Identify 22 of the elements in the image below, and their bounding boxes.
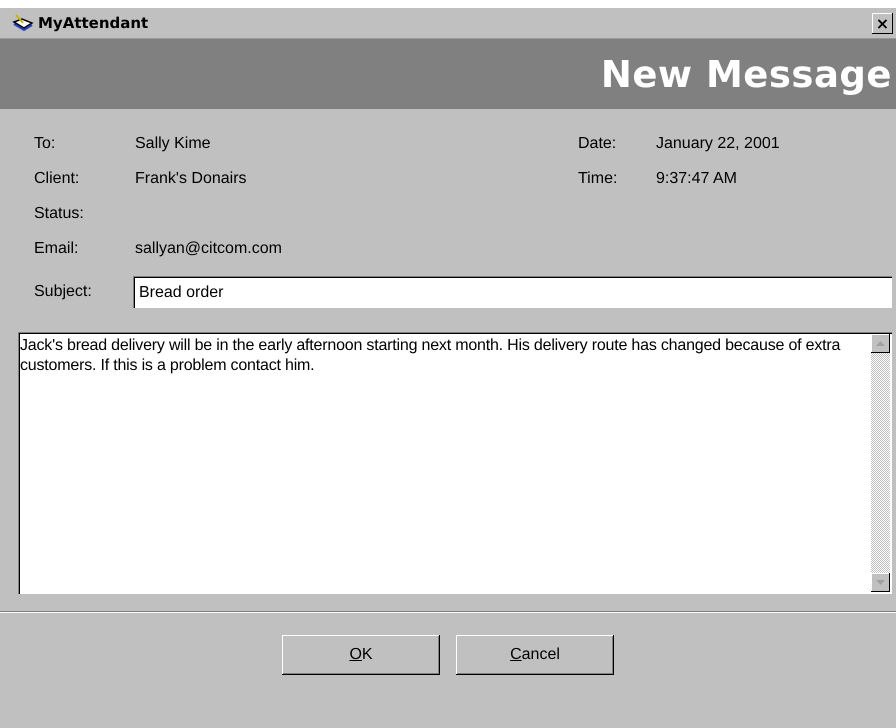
field-value: Sally Kime bbox=[135, 134, 212, 154]
field-label: Subject: bbox=[34, 283, 93, 301]
field-label: To: bbox=[34, 134, 56, 154]
field-label: Email: bbox=[34, 239, 80, 259]
field-label: Client: bbox=[34, 169, 80, 189]
field-value: sallyan@citcom.com bbox=[135, 239, 282, 259]
field-value: 9:37:47 AM bbox=[656, 169, 738, 189]
close-button[interactable]: × bbox=[872, 12, 893, 34]
window-title: MyAttendant bbox=[38, 14, 150, 32]
scroll-up-icon bbox=[876, 341, 885, 346]
scrollbar[interactable] bbox=[871, 334, 890, 592]
field-label: Date: bbox=[578, 134, 618, 154]
dialog-heading: New Message bbox=[600, 52, 892, 96]
scroll-down-icon bbox=[876, 580, 885, 585]
dialog-button[interactable]: Cancel bbox=[456, 635, 614, 675]
field-label: Time: bbox=[578, 169, 618, 189]
dialog-button[interactable]: OK bbox=[282, 635, 440, 675]
field-label: Status: bbox=[34, 204, 85, 224]
subject-field[interactable]: Bread order bbox=[133, 276, 892, 308]
field-value: January 22, 2001 bbox=[656, 134, 781, 154]
field-value: Frank's Donairs bbox=[135, 169, 248, 189]
app-icon bbox=[12, 14, 34, 32]
